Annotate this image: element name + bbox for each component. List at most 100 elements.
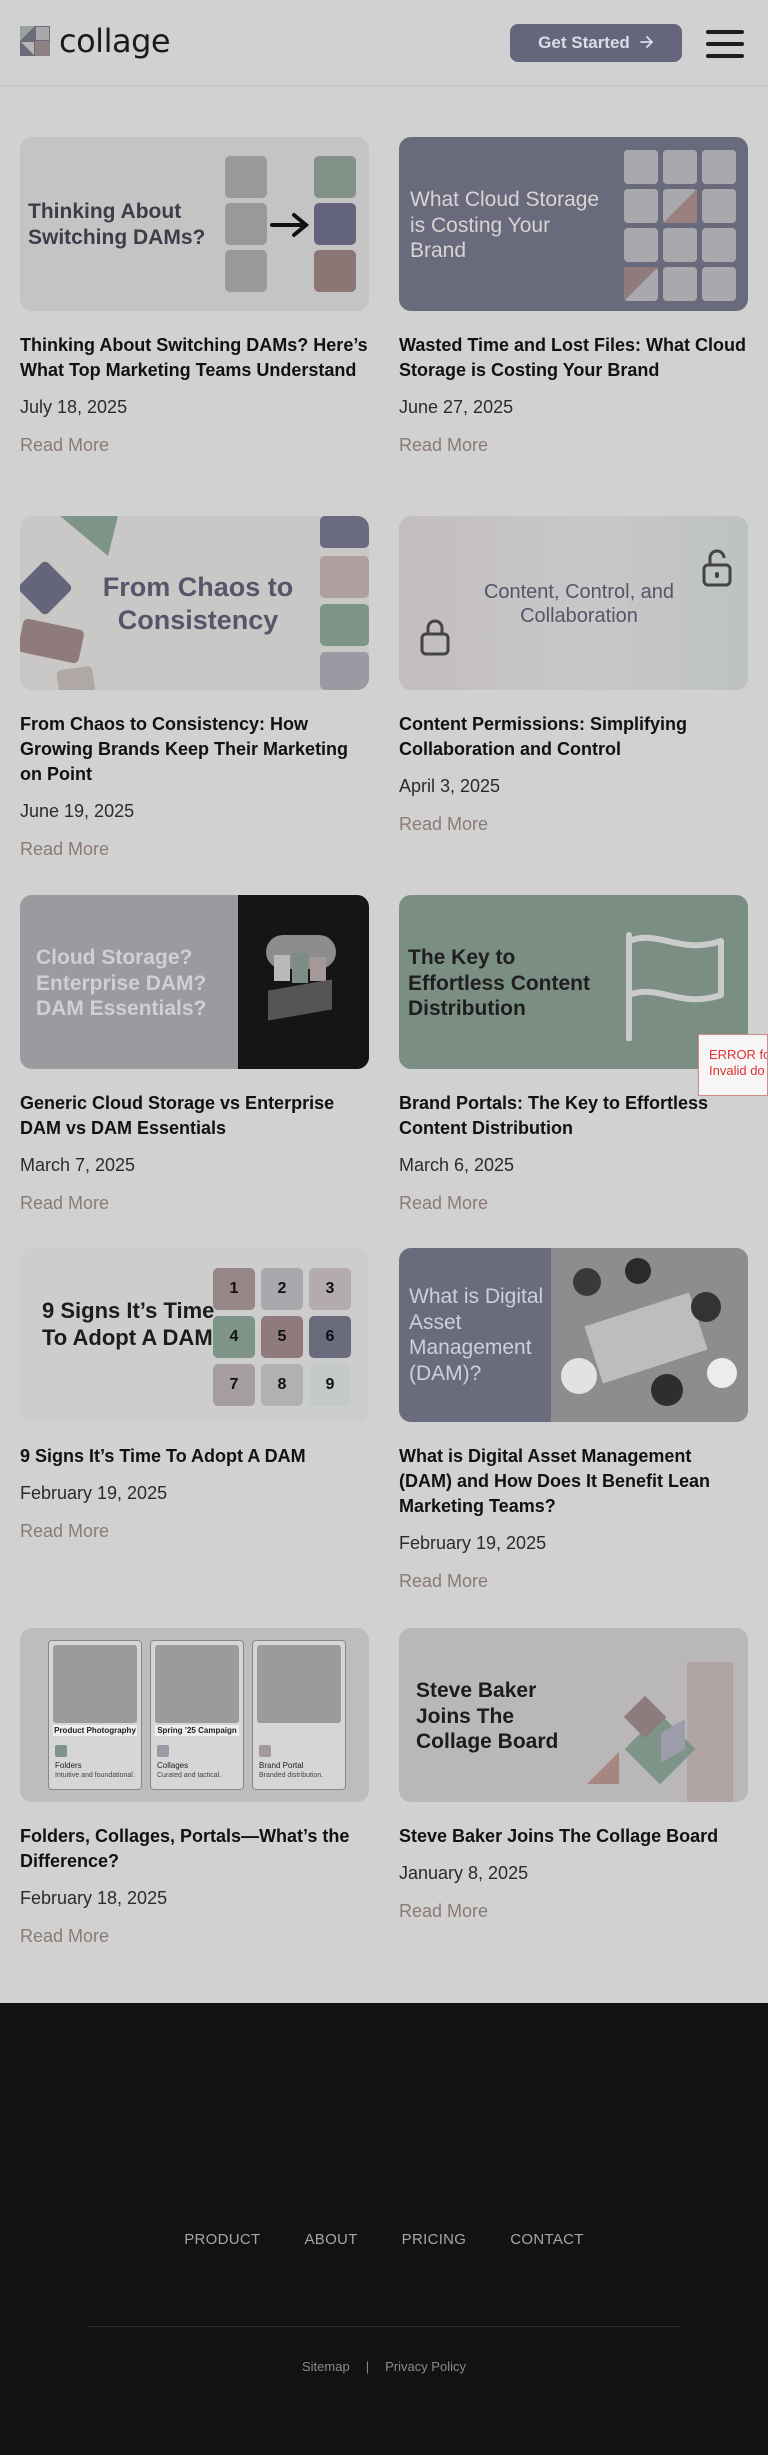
post-title[interactable]: 9 Signs It’s Time To Adopt A DAM [20,1444,369,1469]
number-tile: 1 [213,1268,255,1310]
read-more-link[interactable]: Read More [399,435,748,456]
thumbnail-heading: The Key to Effortless Content Distributi… [408,946,591,1021]
read-more-link[interactable]: Read More [399,1901,748,1922]
post-card[interactable]: Thinking About Switching DAMs? Thinking … [20,137,369,456]
post-title[interactable]: Thinking About Switching DAMs? Here’s Wh… [20,333,369,383]
number-tile: 3 [309,1268,351,1310]
footer-nav: PRODUCT ABOUT PRICING CONTACT [0,2231,768,2248]
logo-text: collage [59,22,171,60]
read-more-link[interactable]: Read More [20,435,369,456]
read-more-link[interactable]: Read More [399,814,748,835]
lock-open-icon [702,549,732,587]
post-thumbnail[interactable]: The Key to Effortless Content Distributi… [399,895,748,1069]
post-title[interactable]: Content Permissions: Simplifying Collabo… [399,712,748,762]
post-date: January 8, 2025 [399,1863,529,1883]
type-card: Spring ’25 Campaign Collages Curated and t… [150,1640,244,1790]
read-more-link[interactable]: Read More [399,1193,748,1214]
post-title[interactable]: Brand Portals: The Key to Effortless Con… [399,1091,748,1141]
number-tile: 4 [213,1316,255,1358]
post-card[interactable]: What Cloud Storage is Costing Your Brand… [399,137,748,456]
post-card[interactable]: From Chaos to Consistency From Chaos to … [20,516,369,860]
post-card[interactable]: What is Digital Asset Management (DAM)? … [399,1248,748,1592]
signs-number-grid: 123 456 789 [213,1268,351,1406]
logo-link[interactable]: collage [20,22,171,60]
thumbnail-heading: 9 Signs It’s Time To Adopt A DAM [42,1298,215,1350]
post-thumbnail[interactable]: What Cloud Storage is Costing Your Brand [399,137,748,311]
post-thumbnail[interactable]: Product Photography Folders Intuitive and … [20,1628,369,1802]
post-date: March 6, 2025 [399,1155,515,1175]
storage-illustration [238,895,369,1069]
post-title[interactable]: Generic Cloud Storage vs Enterprise DAM … [20,1091,369,1141]
arrow-right-icon [270,213,310,237]
thumbnail-heading: Steve Baker Joins The Collage Board [416,1679,559,1754]
thumbnail-heading: What Cloud Storage is Costing Your Brand [410,188,600,263]
file-grid-graphic [624,150,738,301]
post-thumbnail[interactable]: What is Digital Asset Management (DAM)? [399,1248,748,1422]
thumbnail-heading: Cloud Storage? Enterprise DAM? DAM Essen… [36,946,207,1021]
post-card[interactable]: 9 Signs It’s Time To Adopt A DAM 123 456 7… [20,1248,369,1542]
footer-link-pricing[interactable]: PRICING [402,2231,467,2248]
error-badge: ERROR fo Invalid do [698,1034,768,1096]
site-header: collage Get Started [0,0,768,86]
read-more-link[interactable]: Read More [20,1521,369,1542]
post-card[interactable]: The Key to Effortless Content Distributi… [399,895,748,1214]
post-title[interactable]: What is Digital Asset Management (DAM) a… [399,1444,748,1519]
team-photo [551,1248,748,1422]
blog-post-grid: Thinking About Switching DAMs? Thinking … [0,86,768,2003]
type-card: Product Photography Folders Intuitive and … [48,1640,142,1790]
post-thumbnail[interactable]: Thinking About Switching DAMs? [20,137,369,311]
post-date: February 18, 2025 [20,1888,168,1908]
post-thumbnail[interactable]: Content, Control, and Collaboration [399,516,748,690]
post-thumbnail[interactable]: From Chaos to Consistency [20,516,369,690]
post-date: March 7, 2025 [20,1155,136,1175]
post-date: February 19, 2025 [399,1533,547,1553]
type-card: Brand Portal Branded distribution. [252,1640,346,1790]
thumbnail-heading: Content, Control, and Collaboration [483,581,675,628]
flag-icon [626,932,724,1041]
number-tile: 7 [213,1364,255,1406]
post-title[interactable]: Folders, Collages, Portals—What’s the Di… [20,1824,369,1874]
sitemap-link[interactable]: Sitemap [302,2359,350,2374]
number-tile: 5 [261,1316,303,1358]
lock-closed-icon [420,619,450,656]
post-card[interactable]: Cloud Storage? Enterprise DAM? DAM Essen… [20,895,369,1214]
legal-separator: | [365,2359,370,2374]
number-tile: 6 [309,1316,351,1358]
number-tile: 2 [261,1268,303,1310]
get-started-label: Get Started [538,33,630,52]
thumbnail-heading: Thinking About Switching DAMs? [28,200,206,249]
site-footer: PRODUCT ABOUT PRICING CONTACT Sitemap | … [0,2003,768,2455]
get-started-button[interactable]: Get Started [510,24,682,62]
read-more-link[interactable]: Read More [20,1193,369,1214]
footer-legal: Sitemap | Privacy Policy [0,2359,768,2374]
post-title[interactable]: From Chaos to Consistency: How Growing B… [20,712,369,787]
error-line-1: ERROR fo [709,1047,768,1062]
error-line-2: Invalid do [709,1063,765,1078]
post-card[interactable]: Content, Control, and Collaboration Cont… [399,516,748,835]
post-thumbnail[interactable]: Cloud Storage? Enterprise DAM? DAM Essen… [20,895,369,1069]
footer-divider [88,2326,680,2327]
number-tile: 8 [261,1364,303,1406]
post-title[interactable]: Steve Baker Joins The Collage Board [399,1824,748,1849]
footer-link-contact[interactable]: CONTACT [510,2231,583,2248]
footer-link-product[interactable]: PRODUCT [184,2231,260,2248]
post-date: February 19, 2025 [20,1483,168,1503]
post-card[interactable]: Steve Baker Joins The Collage Board Stev… [399,1628,748,1922]
post-date: June 19, 2025 [20,801,135,821]
post-title[interactable]: Wasted Time and Lost Files: What Cloud S… [399,333,748,383]
number-tile: 9 [309,1364,351,1406]
post-date: July 18, 2025 [20,397,128,417]
footer-link-about[interactable]: ABOUT [304,2231,357,2248]
privacy-policy-link[interactable]: Privacy Policy [385,2359,466,2374]
read-more-link[interactable]: Read More [20,1926,369,1947]
post-thumbnail[interactable]: Steve Baker Joins The Collage Board [399,1628,748,1802]
post-card[interactable]: Product Photography Folders Intuitive and … [20,1628,369,1947]
read-more-link[interactable]: Read More [399,1571,748,1592]
hamburger-menu-icon[interactable] [706,30,744,58]
arrow-right-icon [639,33,654,53]
post-thumbnail[interactable]: 9 Signs It’s Time To Adopt A DAM 123 456 7… [20,1248,369,1422]
post-date: June 27, 2025 [399,397,514,417]
logo-icon [20,26,50,56]
read-more-link[interactable]: Read More [20,839,369,860]
post-date: April 3, 2025 [399,776,501,796]
